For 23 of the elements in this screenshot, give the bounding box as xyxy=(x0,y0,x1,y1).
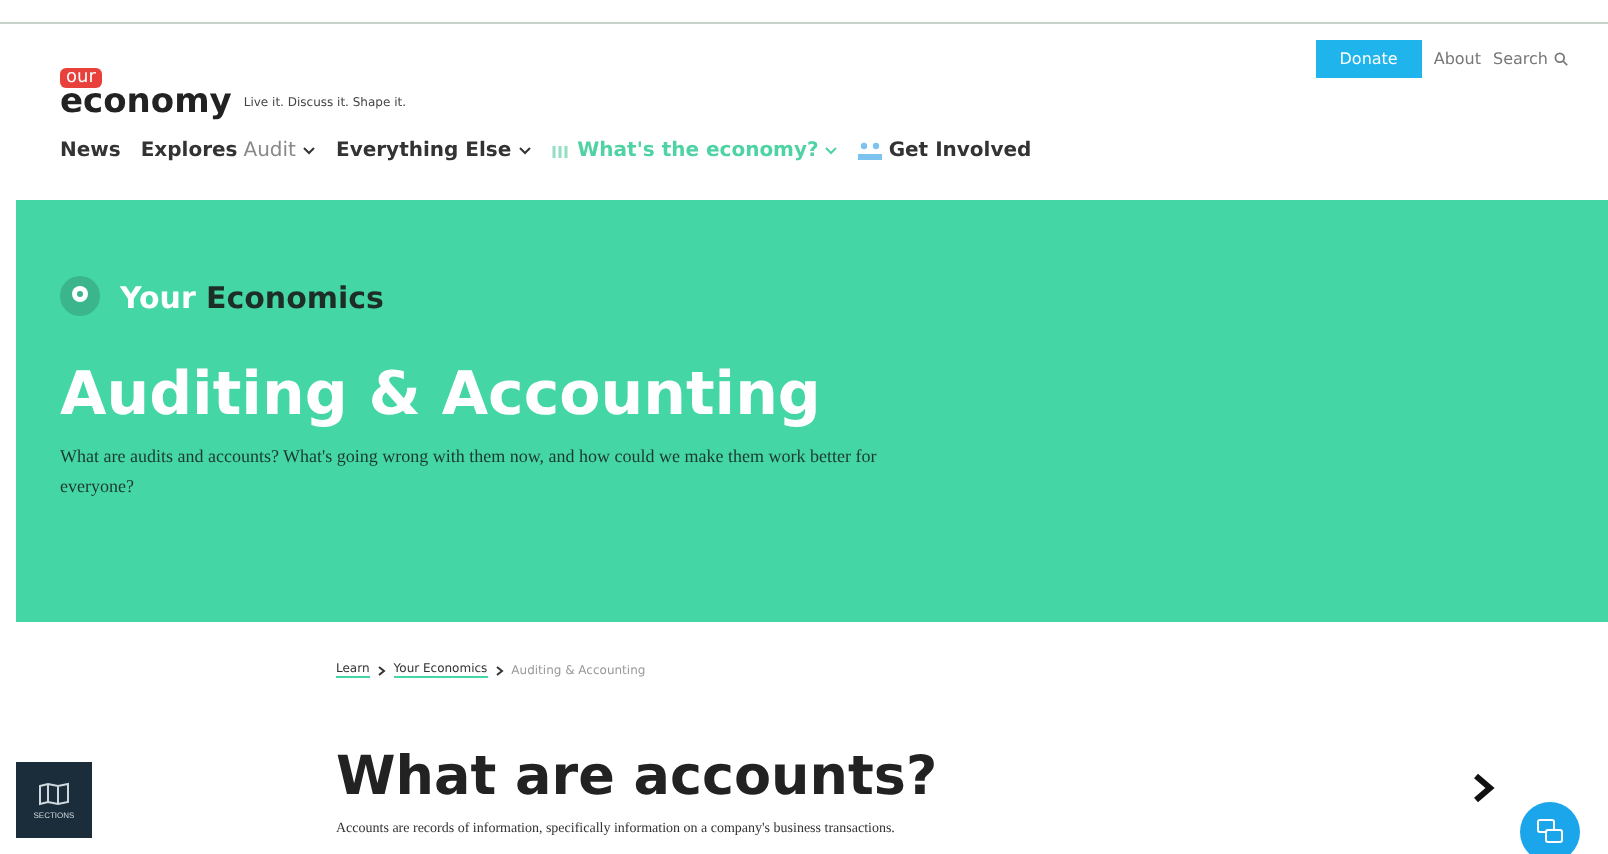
chat-icon xyxy=(1536,818,1564,846)
chat-button[interactable] xyxy=(1520,802,1580,854)
pin-icon xyxy=(60,276,100,316)
intro-text: What are audits and accounts? What's going wrong with them now, and how could we make them work better for everyone? xyxy=(60,444,879,500)
people-icon xyxy=(858,142,883,160)
nav-link[interactable]: About xyxy=(1433,50,1482,68)
caret-icon xyxy=(301,146,316,156)
site-logo[interactable]: our economy xyxy=(60,68,232,120)
caret-icon xyxy=(824,146,839,156)
caret-icon xyxy=(517,146,532,156)
section-label: Your Economics xyxy=(120,277,384,315)
chevron-icon xyxy=(495,665,504,675)
bars-icon xyxy=(551,144,572,158)
map-icon xyxy=(38,781,70,805)
nav-dropdown[interactable]: Explores Audit xyxy=(140,140,316,162)
nav-dropdown[interactable]: Everything Else xyxy=(335,140,532,162)
chevron-icon xyxy=(377,665,386,675)
section-heading: What are accounts? xyxy=(336,746,938,808)
search-link[interactable]: Search xyxy=(1493,50,1568,68)
page-title: Auditing & Accounting xyxy=(60,360,823,430)
nav-link[interactable]: Get Involved xyxy=(858,140,1032,162)
nav-link[interactable]: News xyxy=(60,140,121,162)
search-icon xyxy=(1554,52,1568,66)
